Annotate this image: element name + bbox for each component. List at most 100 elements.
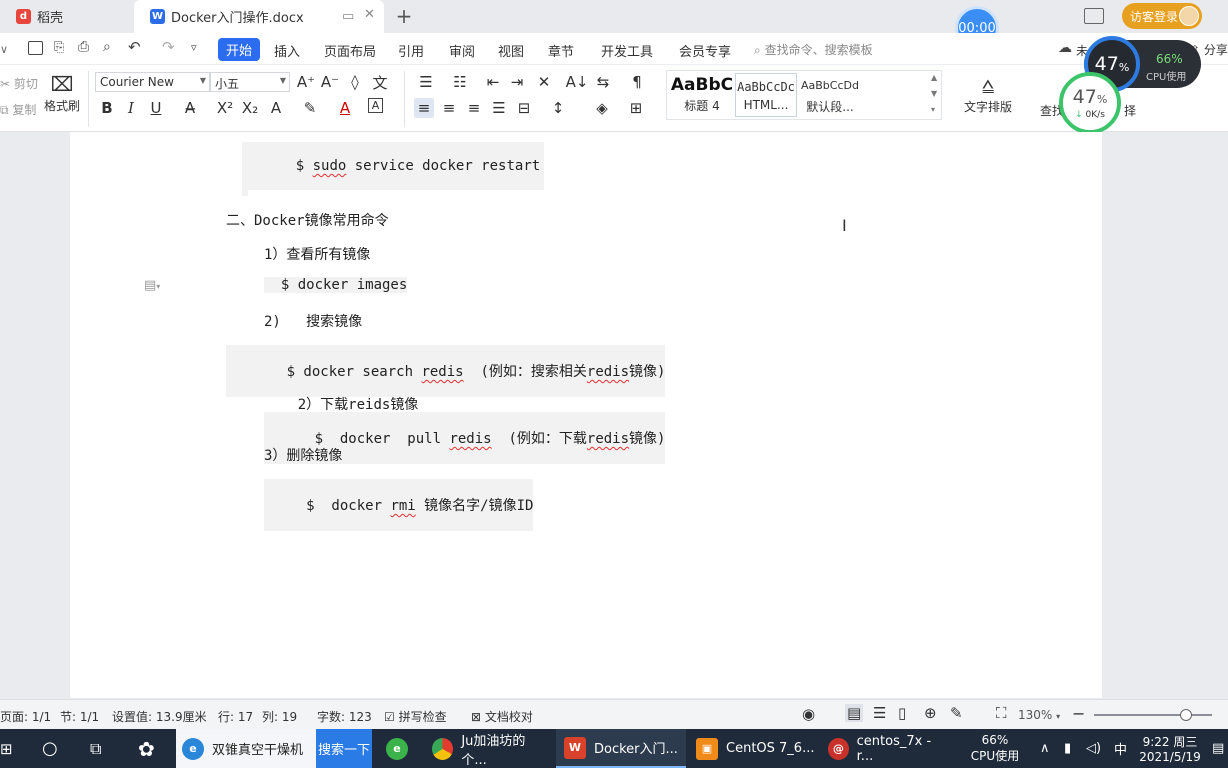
italic-icon[interactable]: I: [121, 98, 141, 118]
align-center-icon[interactable]: ≡: [439, 98, 459, 118]
cortana-icon[interactable]: ○: [42, 729, 58, 768]
taskbar-app-xshell[interactable]: @ centos_7x - r...: [822, 729, 946, 768]
write-view-icon[interactable]: ✎: [950, 704, 963, 722]
pinyin-icon[interactable]: 文: [370, 72, 390, 92]
align-left-icon[interactable]: ≡: [414, 98, 434, 118]
taskbar-search-box[interactable]: e 双锥真空干燥机 搜索一下: [176, 729, 372, 768]
print-icon[interactable]: ⎙: [78, 39, 89, 55]
font-size-select[interactable]: 小五 ▼: [210, 72, 290, 92]
new-tab-button[interactable]: +: [394, 4, 414, 28]
preview-icon[interactable]: ⌕: [103, 39, 111, 55]
item-delete-images[interactable]: 3）删除镜像: [264, 445, 342, 465]
superscript-icon[interactable]: X²: [215, 98, 235, 118]
menu-review[interactable]: 审阅: [449, 41, 475, 60]
zoom-slider-thumb[interactable]: [1180, 709, 1193, 721]
style-default[interactable]: AaBbCcDd 默认段...: [799, 79, 861, 115]
taskbar-app-wps[interactable]: W Docker入门...: [556, 729, 686, 768]
borders-icon[interactable]: ⊞: [626, 98, 646, 118]
text-effect-icon[interactable]: A: [266, 98, 286, 118]
paragraph-mark-icon[interactable]: ¶: [627, 72, 647, 92]
zoom-out-icon[interactable]: −: [1072, 704, 1085, 723]
style-gallery[interactable]: AaBbC 标题 4 AaBbCcDc HTML... AaBbCcDd 默认段…: [666, 70, 942, 120]
menu-dev-tools[interactable]: 开发工具: [601, 41, 653, 60]
tray-expand-icon[interactable]: ∧: [1040, 729, 1050, 768]
menu-insert[interactable]: 插入: [274, 41, 300, 60]
cloud-sync-icon[interactable]: ☁: [1058, 40, 1072, 56]
layout-toggle-icon[interactable]: [1084, 8, 1104, 24]
menu-member[interactable]: 会员专享: [679, 41, 731, 60]
restore-tab-icon[interactable]: ▭: [342, 9, 354, 24]
menu-reference[interactable]: 引用: [398, 41, 424, 60]
style-more-icon[interactable]: ▾: [931, 105, 935, 114]
number-list-icon[interactable]: ☷: [450, 72, 470, 92]
style-heading4[interactable]: AaBbC 标题 4: [669, 75, 735, 114]
bold-icon[interactable]: B: [97, 98, 117, 118]
clear-format-icon[interactable]: ◊: [345, 72, 365, 92]
decrease-indent-icon[interactable]: ⇤: [483, 72, 503, 92]
heading-docker-images[interactable]: 二、Docker镜像常用命令: [226, 210, 389, 230]
taskbar-cpu[interactable]: 66% CPU使用: [962, 729, 1028, 768]
tab-daoke[interactable]: d 稻壳: [0, 0, 132, 33]
redo-icon[interactable]: ↷: [162, 38, 175, 56]
zoom-select[interactable]: 130% ▾: [1018, 708, 1060, 722]
cmd-docker-rmi[interactable]: $ docker rmi 镜像名字/镜像ID: [264, 479, 534, 531]
undo-icon[interactable]: ↶: [128, 38, 141, 56]
text-layout-button[interactable]: ⩠ 文字排版: [958, 72, 1018, 115]
line-spacing-icon[interactable]: ↕: [548, 98, 568, 118]
copy-button[interactable]: ⧉ 复制: [0, 101, 36, 118]
item-list-images[interactable]: 1）查看所有镜像: [264, 244, 370, 264]
style-scroll-down-icon[interactable]: ▼: [931, 89, 937, 98]
ime-icon[interactable]: 中: [1114, 729, 1127, 768]
style-scroll-up-icon[interactable]: ▲: [931, 73, 937, 82]
proofread-button[interactable]: ⊠ 文档校对: [471, 708, 533, 725]
spell-check-button[interactable]: ☑ 拼写检查: [384, 708, 447, 725]
font-color-icon[interactable]: A: [335, 98, 355, 118]
fit-page-icon[interactable]: ⛶: [996, 704, 1007, 722]
increase-font-icon[interactable]: A⁺: [296, 72, 316, 92]
underline-icon[interactable]: U: [146, 98, 166, 118]
align-right-icon[interactable]: ≡: [464, 98, 484, 118]
zoom-slider[interactable]: [1094, 709, 1212, 721]
justify-icon[interactable]: ☰: [489, 98, 509, 118]
volume-icon[interactable]: ◁): [1086, 729, 1101, 768]
paragraph-handle-icon[interactable]: ▤▾: [144, 278, 160, 293]
cmd-docker-images[interactable]: $ docker images: [264, 277, 408, 293]
distribute-icon[interactable]: ⊟: [514, 98, 534, 118]
notification-icon[interactable]: ▤: [1212, 729, 1224, 768]
cut-button[interactable]: ✂ 剪切: [0, 75, 38, 92]
bullet-list-icon[interactable]: ☰: [416, 72, 436, 92]
customize-chevron-icon[interactable]: ▿: [191, 41, 197, 54]
strikethrough-icon[interactable]: A̶: [180, 98, 200, 118]
pinwheel-app-icon[interactable]: ✿: [138, 729, 155, 768]
sort-icon[interactable]: A↓: [566, 72, 589, 92]
menu-home[interactable]: 开始: [218, 38, 261, 61]
network-monitor[interactable]: 47% ↓ 0K/s: [1059, 72, 1121, 134]
windows-start-icon[interactable]: ⊞: [0, 729, 14, 768]
taskbar-app-360[interactable]: e: [386, 729, 408, 768]
char-border-icon[interactable]: A: [368, 98, 383, 113]
eye-protection-icon[interactable]: ◉: [802, 705, 815, 723]
tab-document[interactable]: W Docker入门操作.docx ▭ ✕: [134, 0, 384, 33]
taskbar-app-chrome[interactable]: Ju加油坊的个...: [424, 729, 548, 768]
highlight-icon[interactable]: ✎: [300, 98, 320, 118]
taskbar-app-vmware[interactable]: ▣ CentOS 7_6...: [690, 729, 816, 768]
taskbar-search-button[interactable]: 搜索一下: [316, 729, 372, 768]
menu-view[interactable]: 视图: [498, 41, 524, 60]
close-tab-icon[interactable]: ✕: [364, 7, 375, 22]
style-html[interactable]: AaBbCcDc HTML...: [735, 73, 797, 117]
status-words[interactable]: 字数: 123: [317, 708, 372, 725]
visitor-login-button[interactable]: 访客登录: [1122, 3, 1202, 29]
select-button[interactable]: 择: [1124, 102, 1136, 119]
reading-view-icon[interactable]: ▯: [898, 704, 906, 722]
font-name-select[interactable]: Courier New ▼: [95, 72, 210, 92]
menu-chapter[interactable]: 章节: [548, 41, 574, 60]
page-view-icon[interactable]: ▤: [845, 704, 864, 722]
export-icon[interactable]: ⎘: [54, 40, 64, 55]
menu-page-layout[interactable]: 页面布局: [324, 41, 376, 60]
save-icon[interactable]: [28, 41, 43, 55]
task-view-icon[interactable]: ⧉: [90, 729, 101, 768]
microphone-icon[interactable]: ▮: [1064, 729, 1071, 768]
show-marks-icon[interactable]: ⇆: [593, 72, 613, 92]
format-painter-button[interactable]: ⌧ 格式刷: [42, 71, 82, 114]
doc-line-restart[interactable]: $ sudo service docker restart: [242, 142, 545, 190]
